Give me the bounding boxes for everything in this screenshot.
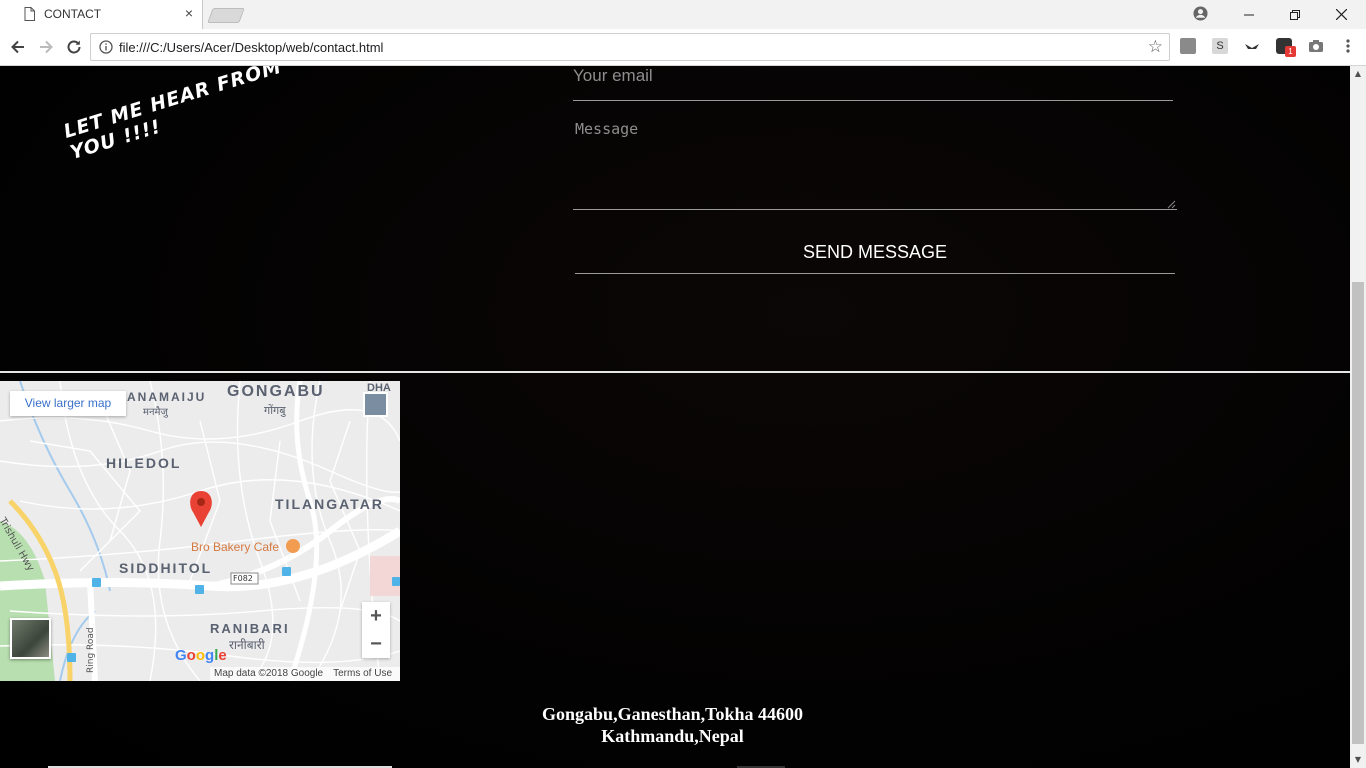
back-arrow-icon[interactable] <box>8 37 28 57</box>
map-label-anamaiju: ANAMAIJU <box>127 390 207 404</box>
extension-badge-icon[interactable]: 1 <box>1276 38 1296 57</box>
restore-icon <box>1290 9 1300 20</box>
satellite-toggle[interactable] <box>10 618 51 659</box>
map-label-ranibari: RANIBARI <box>210 621 290 636</box>
street-view-thumbnail[interactable] <box>363 392 388 417</box>
document-icon <box>24 7 35 21</box>
map-label-anamaiju-np: मनमैजु <box>143 407 168 418</box>
map-attribution: Map data ©2018 Google Terms of Use <box>210 667 400 681</box>
close-window-button[interactable] <box>1318 0 1364 29</box>
map-label-gongabu: GONGABU <box>227 383 325 400</box>
google-map[interactable]: ANAMAIJU मनमैजु GONGABU गोंगबु DHA HILED… <box>0 381 400 681</box>
new-tab-button[interactable] <box>207 8 245 23</box>
map-label-cafe: Bro Bakery Cafe <box>191 540 280 554</box>
map-label-tilangatar: TILANGATAR <box>275 496 384 512</box>
profile-icon[interactable] <box>1193 6 1208 21</box>
url-text: file:///C:/Users/Acer/Desktop/web/contac… <box>119 40 384 55</box>
scroll-up-arrow-icon[interactable]: ▲ <box>1350 66 1366 82</box>
map-label-hiledol: HILEDOL <box>106 455 182 471</box>
active-tab[interactable]: CONTACT × <box>0 0 203 29</box>
google-logo: Google <box>175 647 227 664</box>
address-line-2: Kathmandu,Nepal <box>601 726 744 746</box>
terms-of-use-link[interactable]: Terms of Use <box>333 668 392 679</box>
email-field[interactable] <box>573 66 1173 101</box>
map-label-ranibari-np: रानीबारी <box>229 638 265 652</box>
resize-grip-icon[interactable] <box>1167 200 1176 209</box>
email-input[interactable] <box>573 66 1173 86</box>
zoom-in-button[interactable]: + <box>362 602 390 630</box>
close-tab-icon[interactable]: × <box>182 6 196 20</box>
send-message-button[interactable]: SEND MESSAGE <box>575 232 1175 274</box>
minimize-button[interactable] <box>1226 0 1272 29</box>
forward-arrow-icon[interactable] <box>36 37 56 57</box>
browser-toolbar: file:///C:/Users/Acer/Desktop/web/contac… <box>0 29 1366 66</box>
view-larger-map-link[interactable]: View larger map <box>10 391 126 416</box>
message-textarea[interactable] <box>573 116 1177 210</box>
reload-icon[interactable] <box>64 37 84 57</box>
scroll-thumb[interactable] <box>1352 282 1364 744</box>
tab-title: CONTACT <box>44 7 102 21</box>
map-label-ring-road: Ring Road <box>86 627 96 673</box>
extension-record-icon[interactable] <box>1180 38 1196 54</box>
zoom-out-button[interactable]: − <box>362 630 390 658</box>
section-divider <box>0 371 1350 373</box>
map-label-siddhitol: SIDDHITOL <box>119 560 213 576</box>
extension-bird-icon[interactable] <box>1244 38 1260 54</box>
camera-icon[interactable] <box>1308 38 1324 54</box>
extension-badge-count: 1 <box>1285 46 1296 57</box>
map-data-text: Map data ©2018 Google <box>214 668 324 679</box>
map-label-gongabu-np: गोंगबु <box>264 404 286 417</box>
address-line-1: Gongabu,Ganesthan,Tokha 44600 <box>542 704 803 724</box>
extension-s-icon[interactable]: S <box>1212 38 1228 54</box>
close-icon <box>1335 9 1347 20</box>
minimize-icon <box>1244 14 1254 15</box>
zoom-control: + − <box>362 602 390 658</box>
bookmark-star-icon[interactable]: ☆ <box>1148 37 1163 57</box>
page-viewport: LET ME HEAR FROM YOU !!!! SEND MESSAGE <box>0 66 1350 768</box>
info-icon[interactable] <box>99 40 113 54</box>
page-scrollbar[interactable]: ▲ ▼ <box>1350 66 1366 768</box>
scroll-down-arrow-icon[interactable]: ▼ <box>1350 752 1366 768</box>
map-streets <box>0 381 400 681</box>
tab-strip: CONTACT × <box>0 0 1366 29</box>
menu-dots-icon[interactable] <box>1340 38 1356 54</box>
address-block: Gongabu,Ganesthan,Tokha 44600 Kathmandu,… <box>0 703 1345 747</box>
restore-button[interactable] <box>1272 0 1318 29</box>
map-label-f082: F082 <box>233 574 253 583</box>
address-bar[interactable]: file:///C:/Users/Acer/Desktop/web/contac… <box>90 33 1170 61</box>
